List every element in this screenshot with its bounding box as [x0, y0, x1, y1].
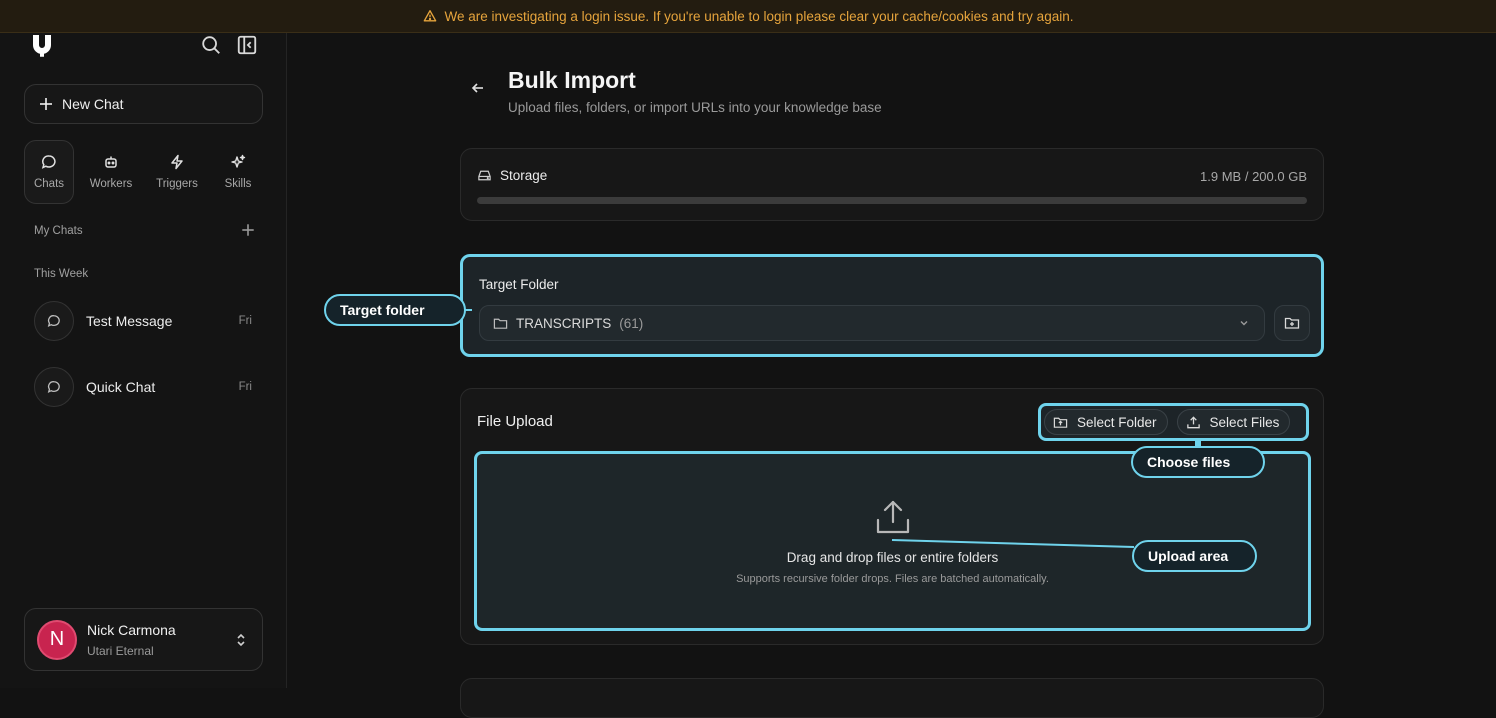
collapse-sidebar-icon[interactable] [236, 34, 258, 56]
sparkles-icon [231, 154, 246, 168]
user-org: Utari Eternal [87, 643, 154, 658]
select-files-button[interactable]: Select Files [1176, 409, 1291, 435]
main-content: Bulk Import Upload files, folders, or im… [288, 33, 1496, 718]
user-name: Nick Carmona [87, 621, 176, 638]
next-card [460, 678, 1324, 718]
select-folder-label: Select Folder [1077, 414, 1157, 430]
callout-choose-files: Choose files [1131, 446, 1265, 478]
dropzone-subtitle: Supports recursive folder drops. Files a… [736, 573, 1049, 585]
lightning-icon [171, 154, 183, 170]
storage-label: Storage [500, 168, 548, 183]
chevron-down-icon [1240, 321, 1248, 326]
search-icon[interactable] [200, 34, 222, 56]
file-upload-card: File Upload Select Folder Select Files D… [460, 388, 1324, 645]
chevron-up-down-icon [237, 633, 245, 646]
plus-icon [40, 98, 52, 110]
avatar: N [37, 619, 77, 660]
new-folder-button[interactable] [1274, 305, 1310, 341]
new-chat-label: New Chat [62, 96, 124, 112]
tab-workers-label: Workers [89, 178, 133, 190]
tab-chats[interactable]: Chats [24, 140, 74, 204]
add-chat-plus-icon[interactable] [240, 222, 256, 238]
announcement-banner: We are investigating a login issue. If y… [0, 0, 1496, 33]
target-folder-count: (61) [619, 315, 644, 331]
chat-avatar [34, 367, 74, 407]
file-upload-title: File Upload [477, 413, 553, 430]
tab-skills-label: Skills [224, 178, 252, 190]
chat-bubble-icon [47, 381, 60, 394]
tab-triggers[interactable]: Triggers [152, 140, 202, 204]
app-logo-icon[interactable] [30, 33, 54, 57]
upload-icon [876, 500, 910, 534]
back-arrow-icon[interactable] [470, 80, 486, 96]
storage-card: Storage 1.9 MB / 200.0 GB [460, 148, 1324, 221]
chat-list-item[interactable]: Quick Chat Fri [34, 367, 260, 407]
storage-usage: 1.9 MB / 200.0 GB [1200, 169, 1307, 184]
user-account-menu[interactable]: N Nick Carmona Utari Eternal [24, 608, 263, 671]
this-week-heading: This Week [34, 268, 89, 280]
page-title: Bulk Import [508, 67, 636, 93]
callout-target-folder: Target folder [324, 294, 466, 326]
user-info: Nick Carmona Utari Eternal [87, 622, 234, 658]
warning-icon [423, 10, 436, 22]
chat-list-item[interactable]: Test Message Fri [34, 301, 260, 341]
chat-bubble-icon [41, 155, 56, 169]
select-folder-button[interactable]: Select Folder [1044, 409, 1168, 435]
tab-workers[interactable]: Workers [86, 140, 136, 204]
folder-plus-icon [1284, 317, 1300, 329]
chat-bubble-icon [47, 315, 60, 328]
target-folder-label: Target Folder [479, 277, 559, 292]
chat-day: Fri [238, 315, 252, 327]
select-files-label: Select Files [1209, 414, 1280, 430]
new-chat-button[interactable]: New Chat [24, 84, 263, 124]
chat-title: Quick Chat [86, 379, 156, 395]
hard-drive-icon [478, 170, 491, 181]
chat-title: Test Message [86, 313, 173, 329]
target-folder-card: Target Folder TRANSCRIPTS (61) [460, 254, 1324, 357]
chat-day: Fri [238, 381, 252, 393]
chat-avatar [34, 301, 74, 341]
folder-upload-icon [1053, 417, 1068, 428]
target-folder-name: TRANSCRIPTS [516, 315, 612, 331]
my-chats-heading: My Chats [34, 225, 83, 237]
tab-skills[interactable]: Skills [213, 140, 263, 204]
callout-upload-area: Upload area [1132, 540, 1257, 572]
storage-progress-bar [477, 197, 1307, 204]
upload-button-group: Select Folder Select Files [1038, 403, 1309, 441]
robot-icon [105, 156, 117, 168]
target-folder-select[interactable]: TRANSCRIPTS (61) [479, 305, 1265, 341]
tab-triggers-label: Triggers [156, 178, 198, 190]
storage-heading: Storage [477, 168, 547, 183]
tab-chats-label: Chats [33, 178, 65, 190]
folder-icon [493, 318, 508, 329]
page-subtitle: Upload files, folders, or import URLs in… [508, 100, 882, 115]
banner-text: We are investigating a login issue. If y… [444, 8, 1074, 24]
upload-icon [1186, 415, 1200, 428]
sidebar: New Chat Chats Workers Triggers Skills M… [0, 33, 287, 688]
